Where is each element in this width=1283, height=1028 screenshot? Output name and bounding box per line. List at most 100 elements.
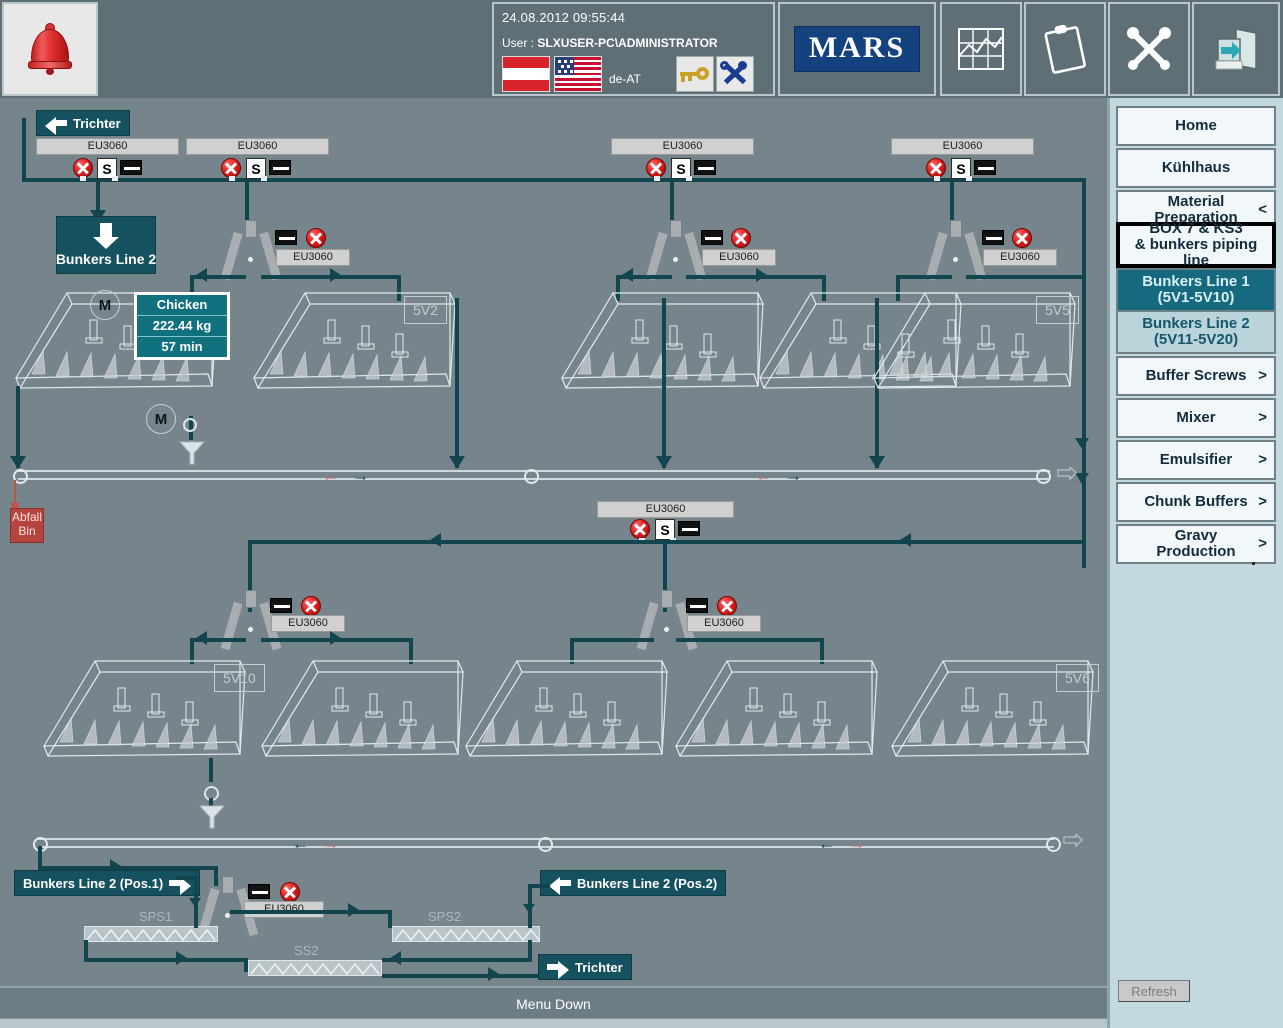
arrow-left-icon (549, 874, 571, 895)
diverter-tag-d1[interactable]: EU3060 (276, 249, 350, 267)
flange-left-v3 (654, 176, 660, 181)
valve-state-indicator-v1[interactable] (120, 160, 142, 175)
diverter-valve-d4[interactable] (219, 590, 283, 654)
product-info-box[interactable]: Chicken 222.44 kg 57 min (134, 292, 230, 360)
screw-label-sps1: SPS1 (139, 909, 173, 924)
screw-sps2[interactable] (392, 926, 540, 942)
waste-line-2: Bin (18, 523, 36, 538)
sidebar-label: Bunkers Line 2 (5V11-5V20) (1142, 315, 1250, 348)
valve-s-button-v5[interactable]: S (655, 519, 675, 540)
fault-led-v1[interactable] (73, 158, 93, 178)
fault-led-v2[interactable] (221, 158, 241, 178)
arrowhead-left-d4 (196, 631, 207, 645)
fault-led-d1[interactable] (306, 228, 326, 248)
nav-trichter-bottom[interactable]: Trichter (538, 954, 632, 980)
belt-pulley-lower-right (1046, 837, 1061, 852)
valve-state-indicator-v2[interactable] (269, 160, 291, 175)
diverter-state-indicator-d4[interactable] (270, 598, 292, 613)
diverter-state-indicator-d2[interactable] (701, 230, 723, 245)
sidebar-item-mixer[interactable]: Mixer > (1116, 398, 1276, 438)
pipe-d5-left (570, 638, 654, 642)
alarm-bell-button[interactable] (2, 2, 98, 96)
nav-bunkers-line2-pos1[interactable]: Bunkers Line 2 (Pos.1) (14, 870, 201, 896)
screw-sps1[interactable] (84, 926, 218, 942)
flange-left-v1 (80, 176, 86, 181)
exit-logout-button[interactable] (1192, 2, 1280, 96)
info-time: 57 min (137, 336, 227, 357)
sidebar-item-buffer-screws[interactable]: Buffer Screws > (1116, 356, 1276, 396)
brand-logo-button[interactable]: MARS (778, 2, 936, 96)
bunker-label-5v5: 5V5 (1036, 296, 1079, 324)
sidebar-label: Chunk Buffers (1144, 493, 1248, 511)
diverter-tag-d4[interactable]: EU3060 (271, 615, 345, 633)
nav-bunkers-line2-down[interactable]: Bunkers Line 2 (56, 216, 156, 274)
sidebar-item-gravy-production[interactable]: Gravy Production > (1116, 524, 1276, 564)
fault-led-d3[interactable] (1012, 228, 1032, 248)
austria-flag-icon[interactable] (502, 56, 550, 92)
screw-ss2[interactable] (248, 960, 382, 976)
refresh-button[interactable]: Refresh (1118, 980, 1190, 1002)
valve-tag-v3[interactable]: EU3060 (611, 138, 754, 156)
arrowhead-down-5v1 (10, 456, 26, 469)
sidebar-label: BOX 7 & KS3 & bunkers piping line (1134, 220, 1258, 269)
sidebar-label: Kühlhaus (1161, 159, 1231, 177)
fault-led-d2[interactable] (731, 228, 751, 248)
sidebar-label: Home (1175, 117, 1217, 135)
nav-bunkers-line2-pos2[interactable]: Bunkers Line 2 (Pos.2) (540, 870, 727, 896)
sidebar-item-bunkers-line-1[interactable]: Bunkers Line 1 (5V1-5V10) (1116, 268, 1276, 312)
valve-state-indicator-v3[interactable] (694, 160, 716, 175)
pipe-pos2-h (528, 884, 550, 888)
flange-right-v3 (686, 176, 692, 181)
bunker-5v9[interactable] (258, 646, 468, 786)
diverter-tag-d5[interactable]: EU3060 (687, 615, 761, 633)
diverter-state-indicator-d1[interactable] (275, 230, 297, 245)
pipe-sps1-out-h (84, 958, 248, 962)
bunker-5v7[interactable] (672, 646, 882, 786)
motor-m2[interactable]: M (146, 404, 176, 434)
fault-led-v5[interactable] (630, 519, 650, 539)
sidebar-marker-dot (1252, 562, 1255, 565)
sidebar-item-bunkers-line-2[interactable]: Bunkers Line 2 (5V11-5V20) (1116, 310, 1276, 354)
sidebar-item-box7-ks3[interactable]: BOX 7 & KS3 & bunkers piping line (1116, 220, 1276, 269)
sidebar-item-home[interactable]: Home (1116, 106, 1276, 146)
motor-m1[interactable]: M (90, 290, 120, 320)
valve-tag-v5[interactable]: EU3060 (597, 501, 734, 519)
waste-bin-label[interactable]: Abfall Bin (10, 508, 44, 543)
diverter-state-indicator-d6[interactable] (248, 884, 270, 899)
diverter-tag-d3[interactable]: EU3060 (983, 249, 1057, 267)
valve-state-indicator-v4[interactable] (974, 160, 996, 175)
tools-settings-button[interactable] (1108, 2, 1190, 96)
screw-label-ss2: SS2 (294, 943, 319, 958)
chevron-right-icon: > (1258, 535, 1267, 553)
blue-crossed-keys-icon[interactable] (716, 56, 754, 92)
arrowhead-right-sps1-out (176, 951, 187, 965)
usa-flag-icon[interactable] (554, 56, 602, 92)
belt-direction-arrow-red-4: → (848, 834, 865, 853)
sidebar-item-kuehlhaus[interactable]: Kühlhaus (1116, 148, 1276, 188)
valve-state-indicator-v5[interactable] (678, 521, 700, 536)
sidebar-item-chunk-buffers[interactable]: Chunk Buffers > (1116, 482, 1276, 522)
user-name: SLXUSER-PC\ADMINISTRATOR (537, 36, 718, 50)
bunker-5v8[interactable] (462, 646, 672, 786)
valve-tag-v2[interactable]: EU3060 (186, 138, 329, 156)
diverter-state-indicator-d3[interactable] (982, 230, 1004, 245)
fault-led-d5[interactable] (717, 596, 737, 616)
flange-right-v4 (966, 176, 972, 181)
header-bar: 24.08.2012 09:55:44 User : SLXUSER-PC\AD… (0, 0, 1283, 98)
diverter-valve-d5[interactable] (635, 590, 699, 654)
flange-left-v2 (229, 176, 235, 181)
trend-chart-button[interactable] (940, 2, 1022, 96)
report-clipboard-button[interactable] (1024, 2, 1106, 96)
fault-led-v4[interactable] (926, 158, 946, 178)
fault-led-v3[interactable] (646, 158, 666, 178)
diverter-tag-d2[interactable]: EU3060 (702, 249, 776, 267)
valve-tag-v1[interactable]: EU3060 (36, 138, 179, 156)
gold-key-icon[interactable] (676, 56, 714, 92)
nav-trichter-top[interactable]: Trichter (36, 110, 130, 136)
diverter-state-indicator-d5[interactable] (686, 598, 708, 613)
fault-led-d4[interactable] (301, 596, 321, 616)
sidebar-item-emulsifier[interactable]: Emulsifier > (1116, 440, 1276, 480)
fault-led-d6[interactable] (280, 882, 300, 902)
pipe-v4-drop (950, 180, 954, 222)
valve-tag-v4[interactable]: EU3060 (891, 138, 1034, 156)
